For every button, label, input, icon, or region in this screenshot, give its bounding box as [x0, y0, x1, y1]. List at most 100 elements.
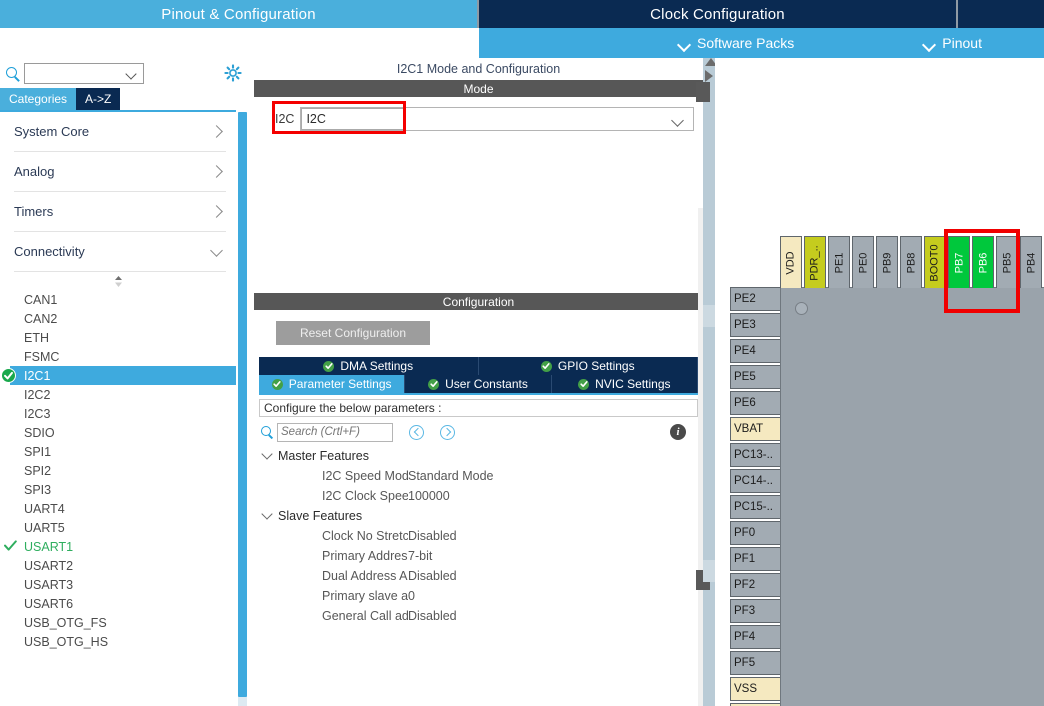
sidebar-item-connectivity[interactable]: Connectivity [14, 232, 226, 272]
pinout-label: Pinout [942, 35, 982, 51]
sidebar-tab-categories[interactable]: Categories [0, 88, 77, 110]
pin-pf5[interactable]: PF5 [730, 651, 780, 675]
previous-match-button[interactable] [409, 424, 424, 440]
peripheral-item-eth[interactable]: ETH [0, 328, 236, 347]
peripheral-label: I2C2 [24, 387, 51, 402]
tab-user-constants-label: User Constants [445, 377, 528, 391]
pin-pf0[interactable]: PF0 [730, 521, 780, 545]
splitter-handle-top[interactable] [696, 82, 710, 102]
pin-pb8[interactable]: PB8 [900, 236, 922, 288]
param-row[interactable]: General Call address de... Disabled [254, 606, 703, 626]
peripheral-item-usart3[interactable]: USART3 [0, 575, 236, 594]
search-input[interactable] [277, 422, 393, 442]
sidebar-scrollbar-thumb[interactable] [238, 112, 247, 697]
pin-label: BOOT0 [929, 243, 942, 282]
info-icon[interactable]: i [670, 424, 686, 440]
pin-pe2[interactable]: PE2 [730, 287, 780, 311]
tab-user-constants[interactable]: User Constants [405, 375, 552, 393]
splitter-mark-1 [703, 305, 715, 327]
pin-pb5[interactable]: PB5 [996, 236, 1018, 288]
pin-pe4[interactable]: PE4 [730, 339, 780, 363]
mode-select-value-box[interactable]: I2C [301, 107, 406, 130]
pin-vss[interactable]: VSS [730, 677, 780, 701]
peripheral-item-can2[interactable]: CAN2 [0, 309, 236, 328]
chip-pinout-view[interactable]: CSDN @Synchro. VDD PDR_.. PE1 PE0 PB9 PB… [715, 58, 1044, 706]
pin-label: PF3 [734, 605, 756, 617]
sort-toggle[interactable] [0, 274, 236, 288]
pin-pb4[interactable]: PB4 [1020, 236, 1042, 288]
peripheral-item-usart6[interactable]: USART6 [0, 594, 236, 613]
tab-parameter-settings[interactable]: Parameter Settings [259, 375, 406, 393]
gear-icon[interactable] [224, 64, 242, 82]
peripheral-item-usart1[interactable]: USART1 [0, 537, 236, 556]
panel-splitter[interactable] [703, 58, 715, 706]
tab-pinout-label: Pinout & Configuration [161, 5, 316, 23]
peripheral-item-spi3[interactable]: SPI3 [0, 480, 236, 499]
peripheral-item-fsmc[interactable]: FSMC [0, 347, 236, 366]
pin-pe3[interactable]: PE3 [730, 313, 780, 337]
param-row[interactable]: Clock No Stretch Mode Disabled [254, 526, 703, 546]
next-match-button[interactable] [440, 424, 455, 440]
peripheral-item-can1[interactable]: CAN1 [0, 290, 236, 309]
tab-dma-settings[interactable]: DMA Settings [259, 357, 479, 375]
pin-pe1[interactable]: PE1 [828, 236, 850, 288]
pin-pe5[interactable]: PE5 [730, 365, 780, 389]
software-packs-menu[interactable]: Software Packs [679, 35, 794, 51]
sidebar-item-analog[interactable]: Analog [14, 152, 226, 192]
param-row[interactable]: Primary Address Length... 7-bit [254, 546, 703, 566]
peripheral-item-uart5[interactable]: UART5 [0, 518, 236, 537]
sidebar-search-combo[interactable] [24, 63, 144, 84]
param-group-master-features[interactable]: Master Features [254, 446, 703, 466]
sidebar-item-system-core-label: System Core [14, 124, 90, 139]
peripheral-item-i2c2[interactable]: I2C2 [0, 385, 236, 404]
peripheral-item-usb-otg-fs[interactable]: USB_OTG_FS [0, 613, 236, 632]
tab-gpio-settings-label: GPIO Settings [557, 359, 635, 373]
peripheral-item-spi2[interactable]: SPI2 [0, 461, 236, 480]
pin-vdd[interactable]: VDD [780, 236, 802, 288]
pin-pc14[interactable]: PC14-.. [730, 469, 780, 493]
pin-pe6[interactable]: PE6 [730, 391, 780, 415]
pin-boot0[interactable]: BOOT0 [924, 236, 946, 288]
sidebar-tab-az[interactable]: A->Z [76, 88, 121, 110]
param-row[interactable]: I2C Speed Mode Standard Mode [254, 466, 703, 486]
pin-pe0[interactable]: PE0 [852, 236, 874, 288]
tab-gpio-settings[interactable]: GPIO Settings [478, 357, 698, 375]
tab-nvic-settings[interactable]: NVIC Settings [551, 375, 698, 393]
pin-pdr[interactable]: PDR_.. [804, 236, 826, 288]
peripheral-item-i2c1[interactable]: I2C1 [1, 366, 236, 385]
pin-label: PE3 [734, 319, 756, 331]
param-group-slave-features[interactable]: Slave Features [254, 506, 703, 526]
peripheral-item-usart2[interactable]: USART2 [0, 556, 236, 575]
param-row[interactable]: Primary slave address 0 [254, 586, 703, 606]
tab-pinout-and-configuration[interactable]: Pinout & Configuration [0, 0, 477, 28]
pin-pf1[interactable]: PF1 [730, 547, 780, 571]
peripheral-item-spi1[interactable]: SPI1 [0, 442, 236, 461]
pin-pf4[interactable]: PF4 [730, 625, 780, 649]
peripheral-item-usb-otg-hs[interactable]: USB_OTG_HS [0, 632, 236, 651]
secondary-bar: Software Packs Pinout [0, 28, 1044, 58]
sidebar-item-timers[interactable]: Timers [14, 192, 226, 232]
tab-clock-configuration[interactable]: Clock Configuration [479, 0, 956, 28]
pin-vbat[interactable]: VBAT [730, 417, 780, 441]
splitter-expand-right-icon[interactable] [705, 70, 713, 82]
reset-configuration-button[interactable]: Reset Configuration [276, 321, 430, 345]
pin-pc15[interactable]: PC15-.. [730, 495, 780, 519]
pin-pb9[interactable]: PB9 [876, 236, 898, 288]
pin-pb6[interactable]: I2C1_SCL PB6 [972, 179, 1034, 288]
peripheral-item-i2c3[interactable]: I2C3 [0, 404, 236, 423]
pin-label: PB8 [905, 252, 918, 273]
peripheral-item-sdio[interactable]: SDIO [0, 423, 236, 442]
sidebar-item-system-core[interactable]: System Core [14, 112, 226, 152]
pin-pb7[interactable]: I2C1_SDA PB7 [948, 179, 1010, 288]
pinout-menu[interactable]: Pinout [924, 35, 982, 51]
sidebar-tab-az-label: A->Z [85, 92, 112, 106]
mode-select[interactable]: I2C [300, 106, 694, 131]
pin-pf2[interactable]: PF2 [730, 573, 780, 597]
param-row[interactable]: Dual Address Acknowle... Disabled [254, 566, 703, 586]
pin-pf3[interactable]: PF3 [730, 599, 780, 623]
param-row[interactable]: I2C Clock Speed (Hz) 100000 [254, 486, 703, 506]
sidebar-item-multimedia[interactable]: Multimedia [14, 698, 226, 706]
pin-pc13[interactable]: PC13-.. [730, 443, 780, 467]
peripheral-item-uart4[interactable]: UART4 [0, 499, 236, 518]
peripheral-label: USART3 [24, 577, 74, 592]
